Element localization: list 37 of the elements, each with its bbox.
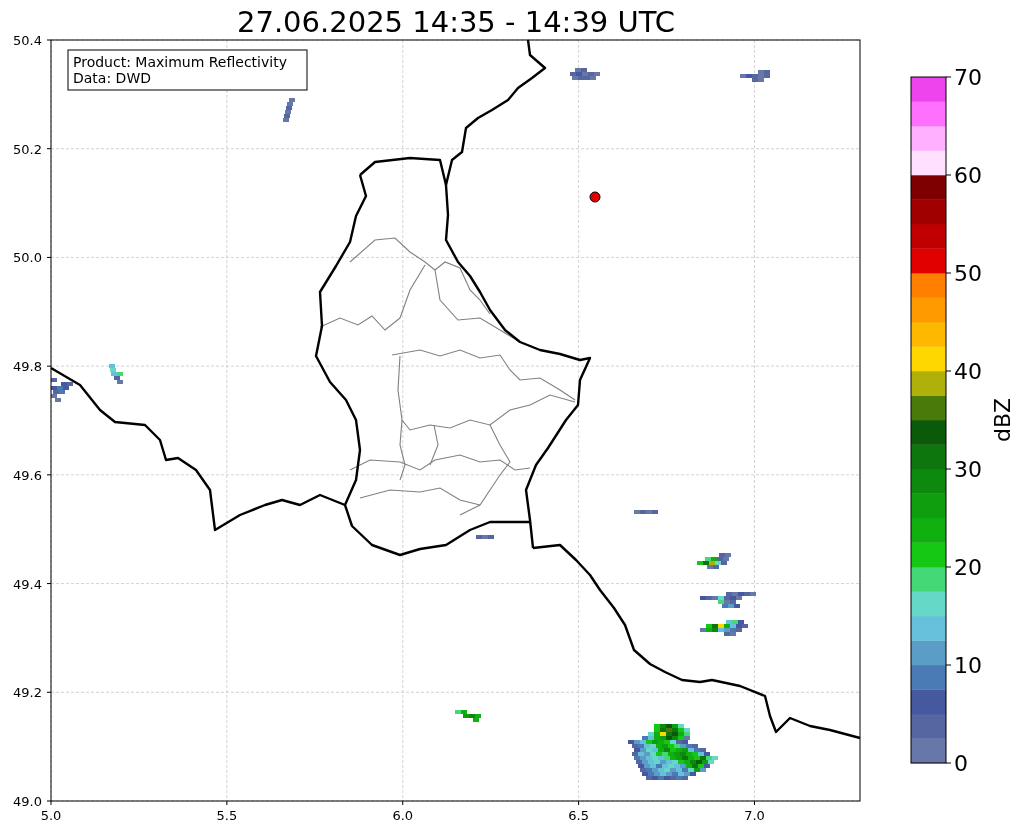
- colorbar-tick-label: 10: [954, 653, 982, 678]
- y-tick-label: 49.2: [13, 685, 42, 701]
- x-tick-label: 6.5: [568, 808, 589, 823]
- x-tick-label: 7.0: [744, 808, 765, 823]
- radar-echo: [476, 535, 494, 539]
- radar-echo: [697, 553, 731, 569]
- radar-echo: [51, 378, 73, 402]
- colorbar-tick-label: 50: [954, 261, 982, 286]
- legend-text: Product: Maximum Reflectivity: [73, 54, 287, 70]
- radar-echo: [109, 364, 123, 384]
- y-tick-label: 50.2: [13, 141, 42, 157]
- y-tick-label: 49.6: [13, 467, 42, 483]
- x-tick-label: 6.0: [392, 808, 414, 823]
- y-tick-label: 50.0: [13, 250, 42, 266]
- colorbar-tick-label: 70: [954, 65, 982, 90]
- colorbar-label: dBZ: [990, 397, 1015, 443]
- chart-title: 27.06.2025 14:35 - 14:39 UTC: [237, 5, 675, 39]
- x-tick-label: 5.0: [40, 808, 62, 823]
- radar-echo: [570, 68, 600, 80]
- y-tick-label: 50.4: [13, 33, 42, 48]
- y-tick-label: 49.4: [13, 576, 42, 592]
- radar-echo: [455, 710, 481, 722]
- legend-text: Data: DWD: [73, 70, 151, 86]
- y-tick-label: 49.8: [13, 359, 42, 375]
- radar-echo: [283, 98, 295, 122]
- radar-echo: [740, 70, 770, 82]
- radar-echo: [634, 510, 658, 514]
- colorbar-tick-label: 0: [954, 751, 968, 776]
- colorbar-tick-label: 30: [954, 457, 982, 482]
- y-tick-label: 49.0: [13, 794, 42, 809]
- colorbar-tick-label: 60: [954, 163, 982, 188]
- colorbar-tick-label: 20: [954, 555, 982, 580]
- colorbar-tick-label: 40: [954, 359, 982, 384]
- x-tick-label: 5.5: [216, 808, 238, 823]
- radar-echo: [700, 620, 748, 636]
- radar-echo: [700, 592, 756, 608]
- location-marker: [589, 191, 601, 203]
